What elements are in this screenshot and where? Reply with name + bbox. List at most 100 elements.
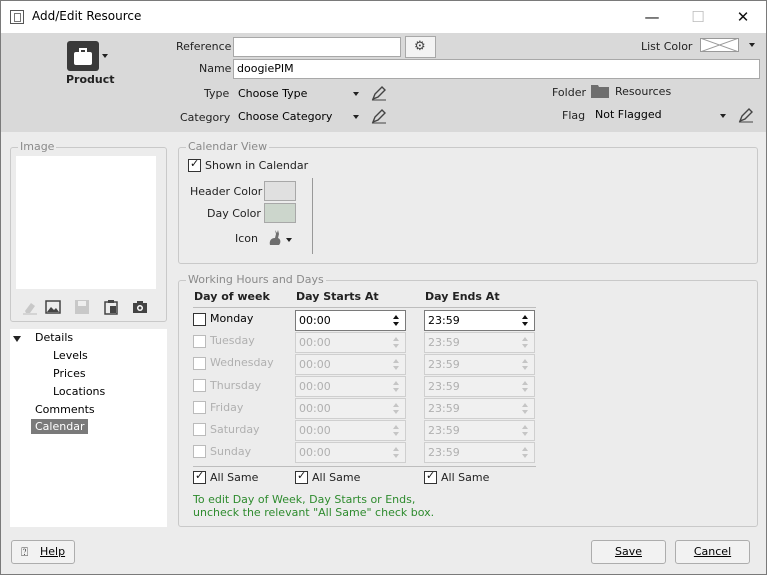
day-checkbox[interactable]: [193, 423, 206, 436]
paste-icon[interactable]: [103, 299, 119, 315]
day-label: Friday: [210, 401, 244, 414]
cancel-button[interactable]: Cancel: [675, 540, 750, 564]
day-checkbox[interactable]: [193, 357, 206, 370]
day-checkbox[interactable]: [193, 445, 206, 458]
end-time-input[interactable]: 23:59: [424, 442, 535, 463]
collapse-details-icon[interactable]: [13, 336, 21, 342]
calendar-view-divider: [312, 178, 313, 254]
all-same-start-checkbox[interactable]: [295, 469, 308, 484]
type-dropdown-arrow-icon[interactable]: [102, 54, 108, 58]
category-select[interactable]: Choose Category: [238, 109, 332, 125]
start-time-input[interactable]: 00:00: [295, 354, 406, 375]
dialog-window: Add/Edit Resource — ☐ ✕ Product Referenc…: [0, 0, 767, 575]
tree-item-levels[interactable]: Levels: [53, 349, 88, 362]
end-time-input[interactable]: 23:59: [424, 376, 535, 397]
flag-select-arrow-icon[interactable]: [720, 114, 726, 118]
col-header-start: Day Starts At: [296, 290, 379, 303]
list-color-label: List Color: [641, 40, 693, 53]
icon-dropdown-arrow-icon[interactable]: [286, 238, 292, 242]
end-time-input[interactable]: 23:59: [424, 354, 535, 375]
type-label: Type: [204, 87, 230, 100]
all-same-end-checkbox[interactable]: [424, 469, 437, 484]
eraser-icon[interactable]: [22, 299, 38, 315]
end-time-input[interactable]: 23:59: [424, 310, 535, 331]
maximize-button[interactable]: ☐: [675, 1, 721, 33]
day-color-swatch[interactable]: [264, 203, 296, 223]
icon-label: Icon: [235, 232, 258, 245]
all-same-day-checkbox[interactable]: [193, 469, 206, 484]
flag-select[interactable]: Not Flagged: [595, 107, 662, 123]
start-time-value: 00:00: [299, 424, 331, 437]
start-time-input[interactable]: 00:00: [295, 420, 406, 441]
day-label: Wednesday: [210, 356, 274, 369]
end-time-value: 23:59: [428, 424, 460, 437]
header-color-label: Header Color: [190, 185, 263, 198]
folder-value[interactable]: Resources: [615, 85, 671, 98]
tree-item-prices[interactable]: Prices: [53, 367, 86, 380]
list-color-arrow-icon[interactable]: [749, 43, 755, 47]
shown-in-calendar-checkbox[interactable]: [188, 157, 201, 172]
type-select[interactable]: Choose Type: [238, 86, 307, 102]
end-time-value: 23:59: [428, 380, 460, 393]
briefcase-icon[interactable]: [67, 41, 99, 71]
close-button[interactable]: ✕: [720, 1, 766, 33]
header-color-swatch[interactable]: [264, 181, 296, 201]
list-color-swatch[interactable]: [700, 38, 739, 52]
all-same-start-label: All Same: [312, 471, 361, 484]
app-icon: [10, 10, 24, 24]
image-preview[interactable]: [16, 156, 156, 289]
image-icon[interactable]: [45, 299, 61, 315]
day-checkbox[interactable]: [193, 379, 206, 392]
help-button[interactable]: ⍰ Help: [11, 540, 75, 564]
name-label: Name: [199, 62, 232, 75]
day-checkbox[interactable]: [193, 313, 206, 326]
tree-item-locations[interactable]: Locations: [53, 385, 105, 398]
help-button-label: Help: [40, 545, 66, 558]
end-time-input[interactable]: 23:59: [424, 332, 535, 353]
start-time-input[interactable]: 00:00: [295, 442, 406, 463]
reference-input[interactable]: [233, 37, 401, 57]
category-select-arrow-icon[interactable]: [353, 115, 359, 119]
type-select-arrow-icon[interactable]: [353, 92, 359, 96]
start-time-value: 00:00: [299, 402, 331, 415]
end-time-input[interactable]: 23:59: [424, 420, 535, 441]
minimize-button[interactable]: —: [629, 1, 675, 33]
reference-generate-button[interactable]: ⚙: [405, 36, 436, 58]
help-note-line2: uncheck the relevant "All Same" check bo…: [193, 506, 435, 519]
resource-type-label: Product: [66, 73, 115, 86]
end-time-value: 23:59: [428, 446, 460, 459]
window-title: Add/Edit Resource: [32, 9, 142, 23]
save-button[interactable]: Save: [591, 540, 666, 564]
calendar-view-title: Calendar View: [186, 140, 270, 153]
flag-label: Flag: [562, 109, 586, 122]
all-same-end-label: All Same: [441, 471, 490, 484]
rabbit-icon[interactable]: [267, 229, 283, 246]
day-label: Saturday: [210, 423, 260, 436]
flag-edit-pencil-icon[interactable]: [738, 107, 754, 123]
end-time-input[interactable]: 23:59: [424, 398, 535, 419]
folder-icon: [591, 85, 609, 98]
start-time-value: 00:00: [299, 314, 331, 327]
start-time-value: 00:00: [299, 380, 331, 393]
category-label: Category: [180, 111, 231, 124]
tree-item-details[interactable]: Details: [35, 331, 73, 344]
start-time-input[interactable]: 00:00: [295, 332, 406, 353]
save-image-icon[interactable]: [74, 299, 90, 315]
end-time-value: 23:59: [428, 314, 460, 327]
reference-label: Reference: [176, 40, 232, 53]
col-header-end: Day Ends At: [425, 290, 500, 303]
shown-in-calendar-label: Shown in Calendar: [205, 159, 309, 172]
camera-icon[interactable]: [132, 299, 148, 315]
day-checkbox[interactable]: [193, 335, 206, 348]
start-time-input[interactable]: 00:00: [295, 376, 406, 397]
name-input[interactable]: doogiePIM: [233, 59, 760, 79]
tree-item-calendar[interactable]: Calendar: [31, 419, 89, 434]
category-edit-pencil-icon[interactable]: [371, 108, 387, 124]
start-time-input[interactable]: 00:00: [295, 310, 406, 331]
day-checkbox[interactable]: [193, 401, 206, 414]
day-color-label: Day Color: [207, 207, 261, 220]
tree-item-comments[interactable]: Comments: [35, 403, 95, 416]
footer-separator: [193, 466, 536, 467]
start-time-input[interactable]: 00:00: [295, 398, 406, 419]
type-edit-pencil-icon[interactable]: [371, 85, 387, 101]
